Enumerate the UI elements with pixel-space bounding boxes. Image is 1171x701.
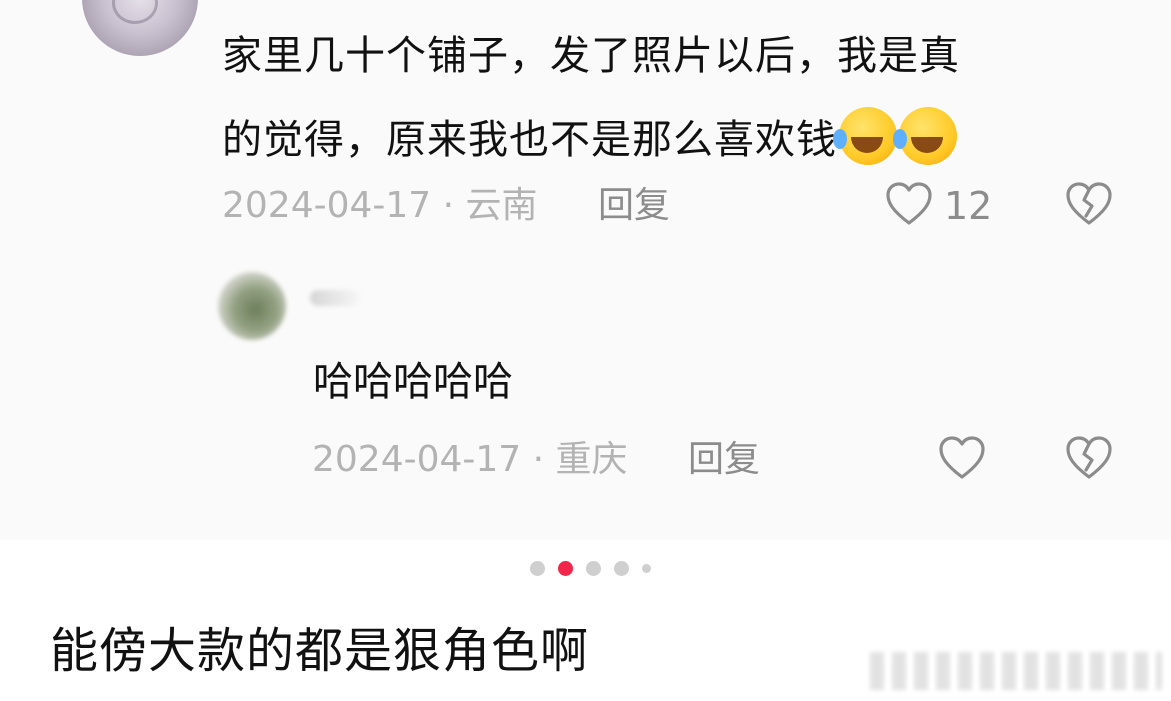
reply-body: 哈哈哈哈哈 xyxy=(313,359,513,405)
reply-reply-button[interactable]: 回复 xyxy=(688,438,760,482)
comment-text-line2: 的觉得，原来我也不是那么喜欢钱 xyxy=(222,117,837,163)
pager-dot-active[interactable] xyxy=(558,560,573,576)
pager-dot[interactable] xyxy=(586,560,601,576)
watermark-blurred xyxy=(870,652,1162,690)
comment-card: 家里几十个铺子，发了照片以后，我是真 的觉得，原来我也不是那么喜欢钱 2024-… xyxy=(0,0,1171,540)
reply-date-location: 2024-04-17 · 重庆 xyxy=(312,439,628,480)
broken-heart-icon xyxy=(1066,436,1112,479)
pager-dot[interactable] xyxy=(642,563,651,573)
comment-body: 家里几十个铺子，发了照片以后，我是真 的觉得，原来我也不是那么喜欢钱 xyxy=(222,14,1122,182)
screenshot-page: 家里几十个铺子，发了照片以后，我是真 的觉得，原来我也不是那么喜欢钱 2024-… xyxy=(0,0,1171,701)
laughing-crying-emoji-icon xyxy=(893,107,957,165)
comment-like-count: 12 xyxy=(944,184,993,228)
laughing-crying-emoji-icon xyxy=(833,107,897,165)
pager-dot[interactable] xyxy=(614,560,629,576)
heart-outline-icon xyxy=(939,436,985,479)
comment-dislike-button[interactable] xyxy=(1064,180,1114,234)
comment-date-location: 2024-04-17 · 云南 xyxy=(222,185,538,226)
broken-heart-icon xyxy=(1066,182,1112,225)
comment-reply-button[interactable]: 回复 xyxy=(598,184,670,228)
replier-avatar[interactable] xyxy=(218,272,286,340)
replier-name-blurred xyxy=(310,290,360,306)
pager-dot[interactable] xyxy=(530,560,545,576)
heart-outline-icon xyxy=(886,182,932,225)
comment-like-button[interactable] xyxy=(884,180,934,234)
reply-like-button[interactable] xyxy=(937,434,987,488)
image-pager xyxy=(530,560,651,576)
reply-dislike-button[interactable] xyxy=(1064,434,1114,488)
post-caption: 能傍大款的都是狠角色啊 xyxy=(50,623,590,679)
commenter-avatar[interactable] xyxy=(82,0,198,56)
comment-text-line1: 家里几十个铺子，发了照片以后，我是真 xyxy=(222,33,960,79)
